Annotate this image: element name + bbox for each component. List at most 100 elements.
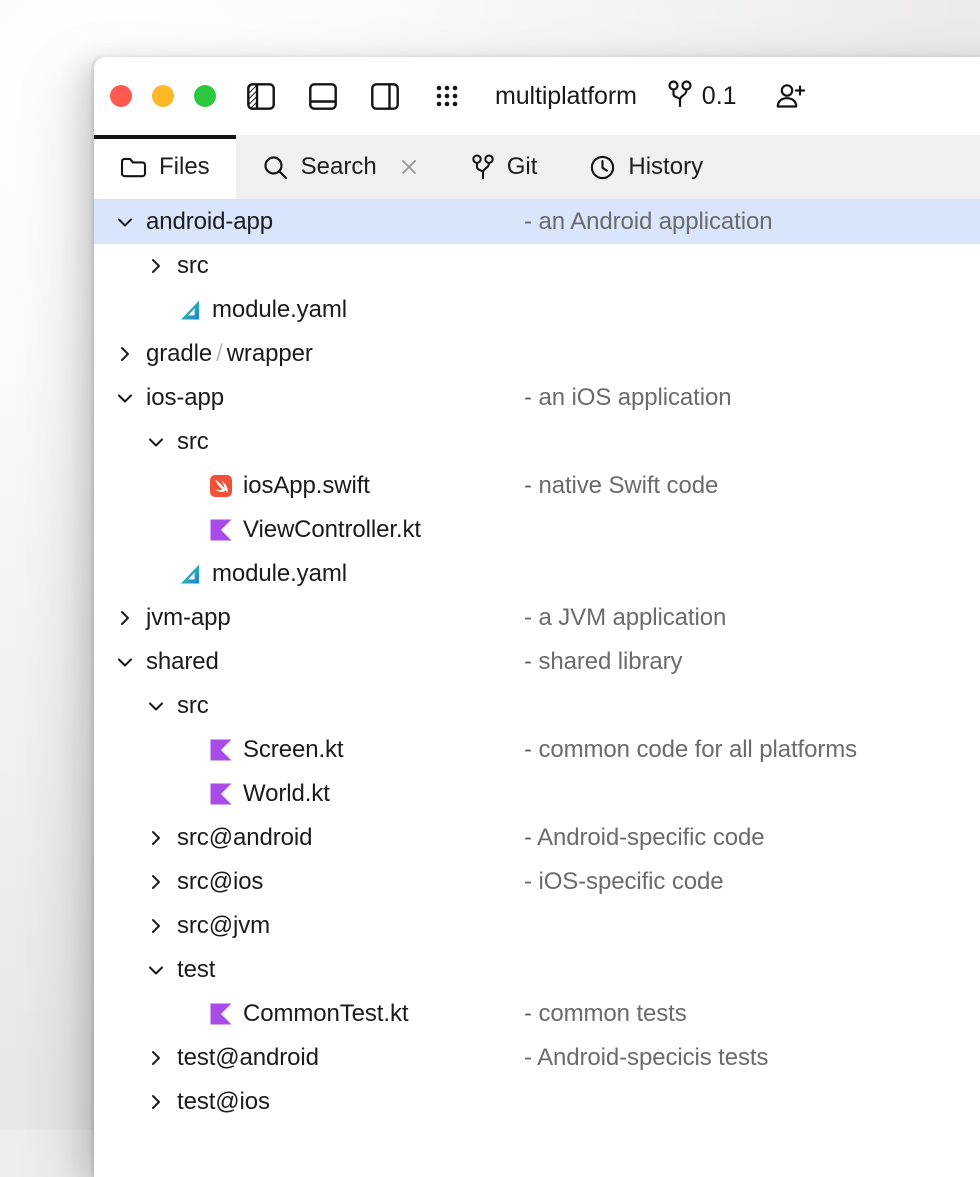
tree-row[interactable]: src	[94, 244, 980, 288]
close-icon[interactable]	[399, 157, 419, 177]
tree-node-name: World.kt	[243, 780, 330, 808]
tree-row-label: test@ios	[94, 1088, 270, 1116]
tree-row[interactable]: test	[94, 948, 980, 992]
tab-git[interactable]: Git	[445, 135, 564, 199]
tree-row-label: ios-app	[94, 384, 224, 412]
branch-version-label: 0.1	[702, 82, 737, 111]
tree-row-comment: - common tests	[524, 1000, 687, 1028]
tree-row-comment: - common code for all platforms	[524, 736, 857, 764]
chevron-right-icon[interactable]	[143, 872, 169, 892]
tree-node-name: Screen.kt	[243, 736, 343, 764]
tree-row-label: ViewController.kt	[94, 516, 421, 544]
tree-node-name: ios-app	[146, 384, 224, 412]
tree-node-name: module.yaml	[212, 296, 347, 324]
tree-row[interactable]: jvm-app - a JVM application	[94, 596, 980, 640]
tree-row-label: src	[94, 252, 209, 280]
kotlin-file-icon	[208, 1001, 234, 1027]
folder-icon	[120, 155, 147, 179]
chevron-right-icon[interactable]	[143, 1092, 169, 1112]
tree-node-name: test	[177, 956, 215, 984]
kotlin-file-icon	[208, 781, 234, 807]
tab-files[interactable]: Files	[94, 135, 236, 199]
tree-row-label: World.kt	[94, 780, 330, 808]
search-icon	[262, 154, 289, 181]
close-window-button[interactable]	[110, 85, 132, 107]
right-panel-toggle-icon[interactable]	[371, 83, 399, 110]
branch-indicator[interactable]: 0.1	[667, 79, 737, 114]
chevron-right-icon[interactable]	[143, 256, 169, 276]
tree-node-name: shared	[146, 648, 219, 676]
tree-node-name: src@android	[177, 824, 312, 852]
tree-row-label: Screen.kt	[94, 736, 343, 764]
chevron-right-icon[interactable]	[143, 916, 169, 936]
tab-bar: Files Search	[94, 135, 980, 200]
tree-row-label: CommonTest.kt	[94, 1000, 408, 1028]
chevron-down-icon[interactable]	[143, 696, 169, 716]
path-separator: /	[212, 340, 227, 368]
tree-node-name: src@jvm	[177, 912, 270, 940]
tab-label: History	[628, 153, 703, 181]
tree-row-label: jvm-app	[94, 604, 231, 632]
tab-history[interactable]: History	[563, 135, 729, 199]
tree-row-label: test@android	[94, 1044, 319, 1072]
left-panel-toggle-icon[interactable]	[247, 83, 275, 110]
tree-node-name-suffix: wrapper	[227, 340, 313, 368]
maximize-window-button[interactable]	[194, 85, 216, 107]
chevron-right-icon[interactable]	[143, 1048, 169, 1068]
tree-node-name: src	[177, 252, 209, 280]
tree-row[interactable]: ios-app - an iOS application	[94, 376, 980, 420]
tree-row[interactable]: World.kt	[94, 772, 980, 816]
grid-dots-icon[interactable]	[434, 83, 460, 109]
tree-node-name: CommonTest.kt	[243, 1000, 408, 1028]
tree-row[interactable]: module.yaml	[94, 288, 980, 332]
tree-row-label: module.yaml	[94, 560, 347, 588]
tree-row[interactable]: test@ios	[94, 1080, 980, 1124]
panel-toggle-group	[247, 83, 399, 110]
tree-row-label: src@ios	[94, 868, 263, 896]
tab-search[interactable]: Search	[236, 135, 445, 199]
minimize-window-button[interactable]	[152, 85, 174, 107]
tree-row[interactable]: src@android- Android-specific code	[94, 816, 980, 860]
chevron-right-icon[interactable]	[112, 608, 138, 628]
tree-row-comment: - shared library	[524, 648, 682, 676]
tree-row[interactable]: src@ios- iOS-specific code	[94, 860, 980, 904]
chevron-right-icon[interactable]	[143, 828, 169, 848]
chevron-down-icon[interactable]	[112, 388, 138, 408]
tree-row[interactable]: src@jvm	[94, 904, 980, 948]
chevron-down-icon[interactable]	[143, 432, 169, 452]
chevron-down-icon[interactable]	[112, 212, 138, 232]
chevron-down-icon[interactable]	[112, 652, 138, 672]
tree-node-name: src	[177, 428, 209, 456]
tree-row[interactable]: module.yaml	[94, 552, 980, 596]
tree-row-comment: - a JVM application	[524, 604, 726, 632]
tree-row[interactable]: android-app - an Android application	[94, 200, 980, 244]
tree-row-label: src@android	[94, 824, 312, 852]
tree-row[interactable]: ViewController.kt	[94, 508, 980, 552]
tree-node-name: src@ios	[177, 868, 263, 896]
git-branch-icon	[471, 153, 495, 181]
tree-row[interactable]: CommonTest.kt - common tests	[94, 992, 980, 1036]
tree-row-comment: - an Android application	[524, 208, 772, 236]
tree-row[interactable]: gradle/wrapper	[94, 332, 980, 376]
tab-label: Search	[301, 153, 377, 181]
tree-row[interactable]: src	[94, 420, 980, 464]
tree-row[interactable]: Screen.kt - common code for all platforms	[94, 728, 980, 772]
tree-row[interactable]: src	[94, 684, 980, 728]
title-bar: multiplatform 0.1	[94, 57, 980, 135]
tree-row[interactable]: shared - shared library	[94, 640, 980, 684]
tree-row-label: module.yaml	[94, 296, 347, 324]
tree-row-comment: - an iOS application	[524, 384, 731, 412]
tree-row-label: android-app	[94, 208, 273, 236]
add-user-icon[interactable]	[775, 82, 807, 110]
tree-row[interactable]: iosApp.swift- native Swift code	[94, 464, 980, 508]
swift-file-icon	[208, 473, 234, 499]
chevron-down-icon[interactable]	[143, 960, 169, 980]
tree-row-comment: - native Swift code	[524, 472, 718, 500]
tree-row-label: test	[94, 956, 215, 984]
bottom-panel-toggle-icon[interactable]	[309, 83, 337, 110]
amper-module-icon	[177, 297, 203, 323]
chevron-right-icon[interactable]	[112, 344, 138, 364]
tree-row[interactable]: test@android- Android-specicis tests	[94, 1036, 980, 1080]
project-title: multiplatform	[495, 82, 637, 111]
tree-row-label: gradle/wrapper	[94, 340, 313, 368]
